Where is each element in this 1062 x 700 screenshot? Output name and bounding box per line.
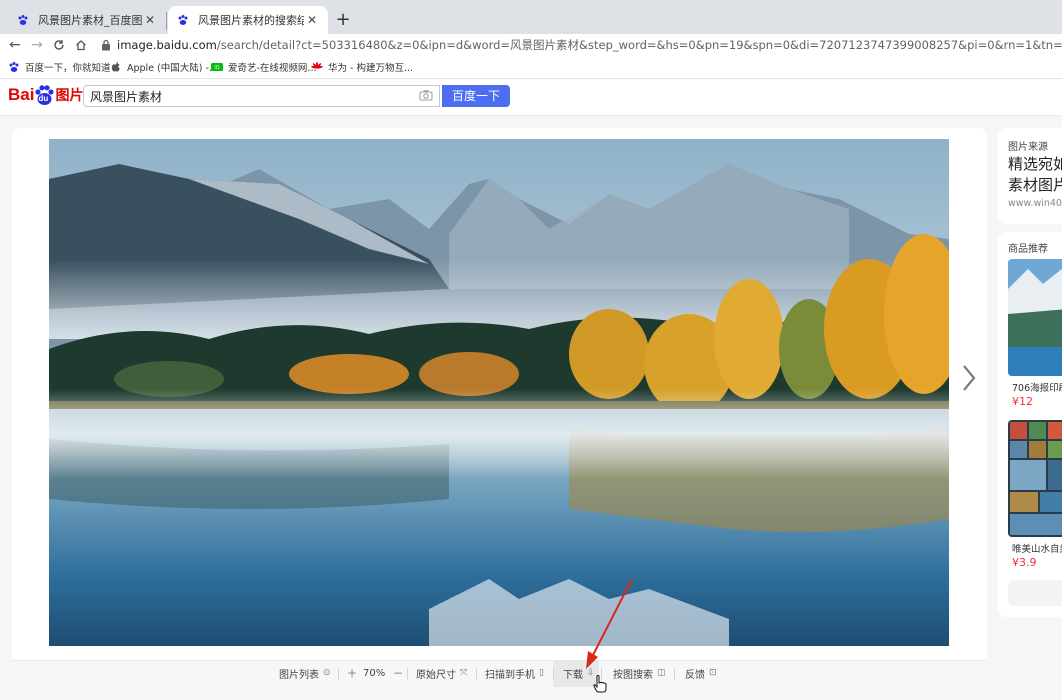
bookmark-apple[interactable]: Apple (中国大陆) -... <box>110 56 218 78</box>
product-price-2: ¥3.9 <box>1012 556 1037 569</box>
tab-divider <box>166 12 167 30</box>
close-tab-icon[interactable]: ✕ <box>304 13 320 27</box>
toolbar-divider <box>553 668 554 680</box>
product-title-2[interactable]: 唯美山水自然 <box>1012 541 1062 555</box>
expand-icon: ⤧ <box>460 668 468 678</box>
close-tab-icon[interactable]: ✕ <box>142 13 158 27</box>
product-image-2[interactable] <box>1008 420 1062 537</box>
baidu-paw-icon: du <box>34 84 55 106</box>
baidu-paw-icon <box>9 62 19 72</box>
apple-icon <box>111 62 120 72</box>
baidu-paw-icon <box>16 13 30 27</box>
huawei-icon <box>311 61 323 69</box>
bookmark-baidu[interactable]: 百度一下，你就知道 <box>8 56 111 78</box>
feedback-label: 反馈 <box>685 669 705 681</box>
tab-baidu-image-search[interactable]: 风景图片素材_百度图片搜索 ✕ <box>8 6 166 34</box>
zoom-in-button[interactable]: + <box>347 660 357 686</box>
product-price-1: ¥12 <box>1012 395 1033 408</box>
main-landscape-photo[interactable] <box>49 139 949 646</box>
new-tab-button[interactable]: + <box>332 9 354 31</box>
toolbar-divider <box>674 668 675 680</box>
bookmarks-bar: 百度一下，你就知道 Apple (中国大陆) -... iQ 爱奇艺-在线视频网… <box>0 56 1062 79</box>
bookmark-label: Apple (中国大陆) -... <box>127 63 218 74</box>
feedback-button[interactable]: 反馈 ⊡ <box>685 660 717 686</box>
product-image-1[interactable] <box>1008 259 1062 376</box>
image-list-label: 图片列表 <box>279 669 319 681</box>
zoom-level: 70% <box>363 667 386 679</box>
lock-icon[interactable] <box>101 39 111 51</box>
forward-arrow-icon[interactable]: → <box>27 34 47 56</box>
tab-strip: 风景图片素材_百度图片搜索 ✕ 风景图片素材的搜索结果_百度图片 ✕ + <box>0 0 1062 34</box>
logo-suffix: 图片 <box>55 88 84 104</box>
back-arrow-icon[interactable]: ← <box>5 34 25 56</box>
original-size-label: 原始尺寸 <box>416 669 456 681</box>
source-heading: 图片来源 <box>1008 142 1048 153</box>
source-title-line2[interactable]: 素材图片 <box>1008 174 1062 195</box>
toolbar-divider <box>407 668 408 680</box>
landscape-image <box>49 139 949 646</box>
search-box <box>83 85 440 107</box>
products-heading: 商品推荐 <box>1008 244 1048 255</box>
baidu-image-logo[interactable]: Bai du 图片 <box>8 82 83 108</box>
image-list-button[interactable]: 图片列表 ⊙ <box>279 660 331 686</box>
logo-paw-text: du <box>38 94 49 103</box>
source-title-line1[interactable]: 精选宛如 <box>1008 153 1062 174</box>
zoom-out-button[interactable]: − <box>393 660 403 686</box>
grid-circle-icon: ⊙ <box>323 668 331 678</box>
next-image-arrow-icon[interactable] <box>957 362 981 394</box>
baidu-paw-icon <box>176 13 190 27</box>
feedback-icon: ⊡ <box>709 668 717 678</box>
more-products-button[interactable] <box>1008 580 1062 606</box>
product-title-1[interactable]: 706海报印刷 <box>1012 380 1062 394</box>
search-button[interactable]: 百度一下 <box>442 85 510 107</box>
logo-text: Bai <box>8 85 35 104</box>
url-host: image.baidu.com <box>117 38 217 52</box>
bookmark-label: 爱奇艺-在线视频网... <box>228 63 317 74</box>
bookmark-label: 百度一下，你就知道 <box>25 63 111 74</box>
product-thumbnail <box>1008 259 1062 376</box>
scan-to-phone-button[interactable]: 扫描到手机 ▯ <box>485 660 544 686</box>
url-path: /search/detail?ct=503316480&z=0&ipn=d&wo… <box>216 38 1062 52</box>
scan-to-phone-label: 扫描到手机 <box>485 669 535 681</box>
red-annotation-arrow <box>586 578 633 669</box>
address-bar[interactable]: image.baidu.com/search/detail?ct=5033164… <box>117 34 1062 56</box>
image-source-panel: 图片来源 精选宛如 素材图片 www.win4000 <box>998 128 1062 224</box>
reload-icon[interactable] <box>49 34 69 56</box>
iqiyi-icon: iQ <box>211 63 223 71</box>
browser-toolbar: ← → image.baidu.com/search/detail?ct=503… <box>0 34 1062 56</box>
tab-title: 风景图片素材的搜索结果_百度图片 <box>198 14 304 27</box>
bookmark-huawei[interactable]: 华为 - 构建万物互... <box>311 56 413 78</box>
product-recommend-panel: 商品推荐 706海报印刷 ¥12 唯美山水自然 ¥3.9 <box>998 232 1062 617</box>
toolbar-divider <box>338 668 339 680</box>
home-icon[interactable] <box>71 34 91 56</box>
image-search-icon: ◫ <box>657 668 666 678</box>
search-input[interactable] <box>84 86 416 106</box>
source-url[interactable]: www.win4000 <box>1008 198 1062 209</box>
tab-baidu-image-detail[interactable]: 风景图片素材的搜索结果_百度图片 ✕ <box>168 6 328 34</box>
baidu-header: Bai du 图片 百度一下 <box>0 79 1062 116</box>
phone-icon: ▯ <box>539 668 544 678</box>
svg-text:iQ: iQ <box>214 65 219 71</box>
camera-icon[interactable] <box>419 89 433 101</box>
tab-title: 风景图片素材_百度图片搜索 <box>38 14 142 27</box>
product-thumbnail <box>1008 420 1062 537</box>
toolbar-divider <box>476 668 477 680</box>
original-size-button[interactable]: 原始尺寸 ⤧ <box>416 660 467 686</box>
bookmark-label: 华为 - 构建万物互... <box>328 63 414 74</box>
hand-cursor-icon <box>593 675 607 693</box>
bookmark-iqiyi[interactable]: iQ 爱奇艺-在线视频网... <box>211 56 317 78</box>
